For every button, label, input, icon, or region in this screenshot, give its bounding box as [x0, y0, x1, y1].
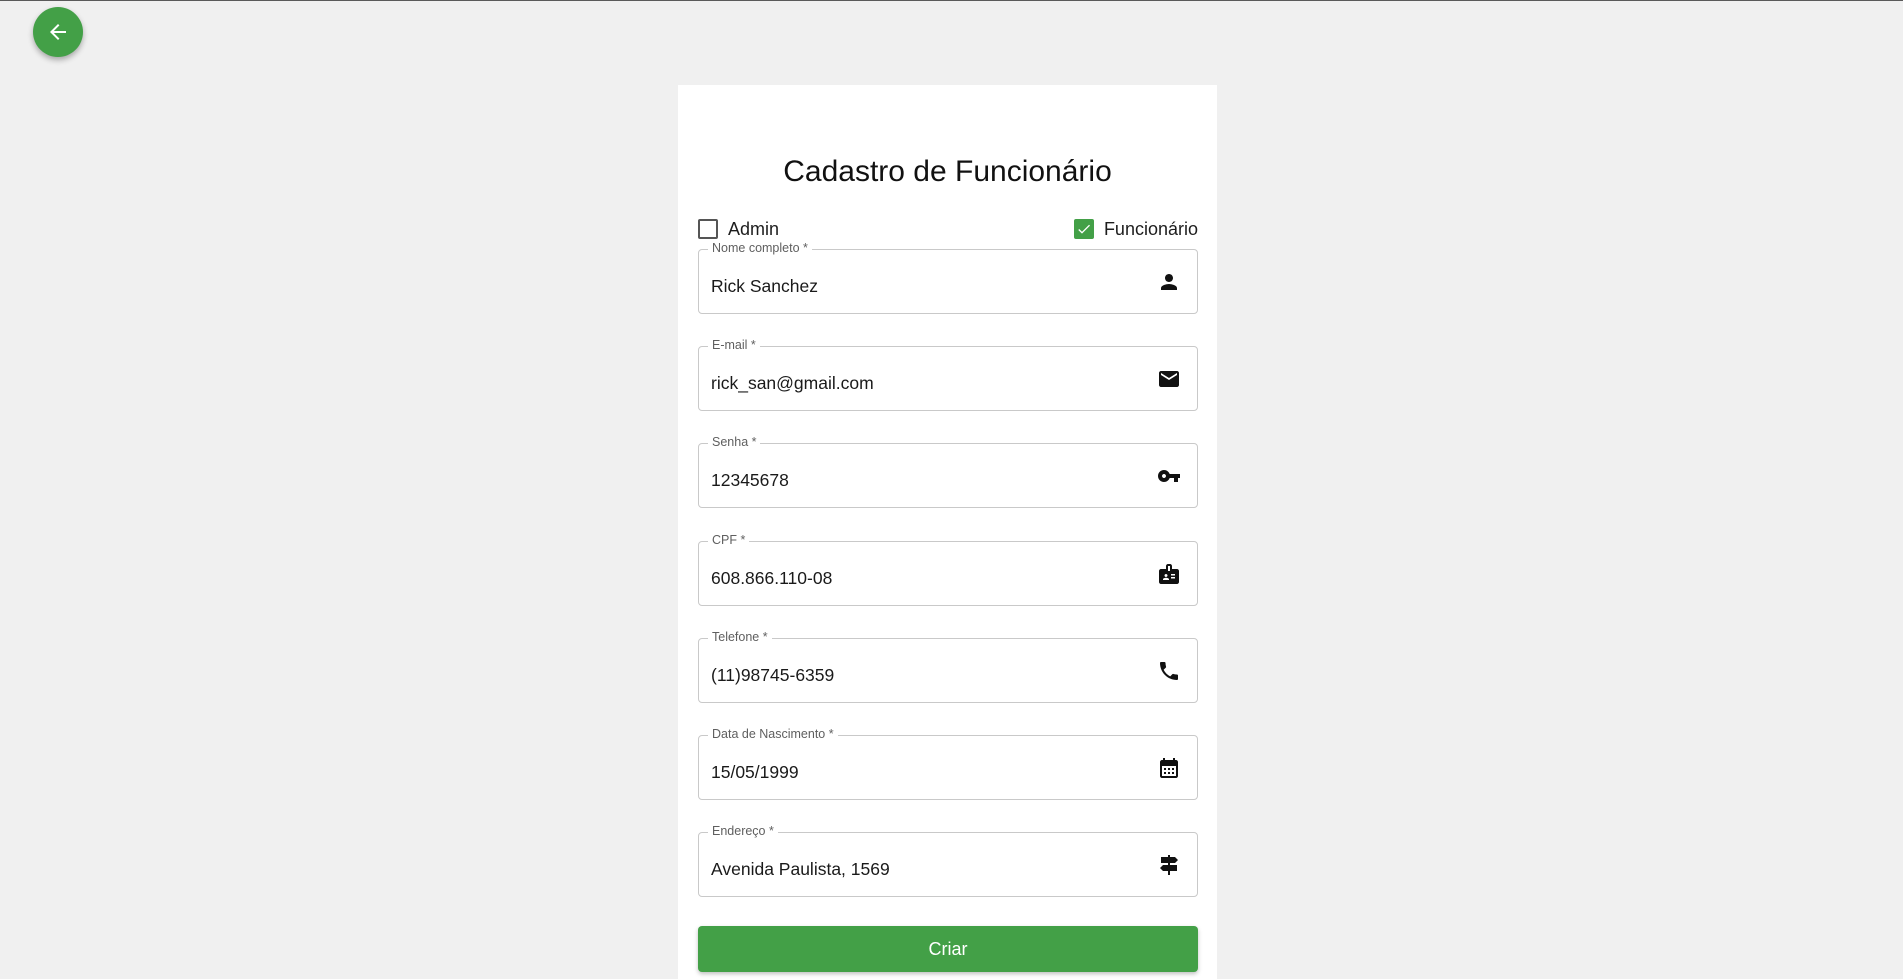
back-button[interactable]	[33, 7, 83, 57]
cpf-input[interactable]: 608.866.110-08	[711, 568, 1137, 589]
name-field[interactable]: Nome completo * Rick Sanchez	[698, 241, 1198, 314]
calendar-icon	[1160, 758, 1178, 778]
phone-field-label: Telefone *	[708, 630, 772, 644]
address-field-label: Endereço *	[708, 824, 778, 838]
address-field[interactable]: Endereço * Avenida Paulista, 1569	[698, 824, 1198, 897]
birthdate-field-label: Data de Nascimento *	[708, 727, 838, 741]
admin-checkbox[interactable]: Admin	[698, 218, 779, 240]
page-title: Cadastro de Funcionário	[783, 155, 1112, 188]
email-input[interactable]: rick_san@gmail.com	[711, 373, 1137, 394]
name-field-label: Nome completo *	[708, 241, 812, 255]
email-field[interactable]: E-mail * rick_san@gmail.com	[698, 338, 1198, 411]
funcionario-checkbox-label: Funcionário	[1103, 218, 1198, 239]
funcionario-checkbox[interactable]: Funcionário	[1073, 218, 1198, 240]
password-field[interactable]: Senha * 12345678	[698, 435, 1198, 508]
create-button[interactable]: Criar	[698, 926, 1198, 972]
signpost-icon	[1160, 855, 1178, 875]
registration-card: Cadastro de Funcionário Admin Funcionári…	[678, 85, 1217, 979]
phone-field[interactable]: Telefone * (11)98745-6359	[698, 630, 1198, 703]
person-icon	[1161, 274, 1177, 290]
birthdate-field[interactable]: Data de Nascimento * 15/05/1999	[698, 727, 1198, 800]
id-badge-icon	[1159, 564, 1179, 584]
name-input[interactable]: Rick Sanchez	[711, 276, 1137, 297]
password-field-label: Senha *	[708, 435, 761, 449]
checkbox-unchecked-icon	[698, 219, 718, 239]
admin-checkbox-label: Admin	[728, 218, 780, 239]
arrow-left-icon	[50, 24, 66, 40]
phone-input[interactable]: (11)98745-6359	[711, 665, 1137, 686]
password-input[interactable]: 12345678	[711, 470, 1137, 491]
phone-icon	[1160, 662, 1178, 680]
email-field-label: E-mail *	[708, 338, 760, 352]
key-icon	[1158, 470, 1180, 482]
cpf-field-label: CPF *	[708, 533, 750, 547]
checkbox-checked-icon	[1073, 219, 1094, 239]
cpf-field[interactable]: CPF * 608.866.110-08	[698, 533, 1198, 606]
birthdate-input[interactable]: 15/05/1999	[711, 762, 1137, 783]
mail-icon	[1159, 371, 1179, 387]
address-input[interactable]: Avenida Paulista, 1569	[711, 859, 1137, 880]
